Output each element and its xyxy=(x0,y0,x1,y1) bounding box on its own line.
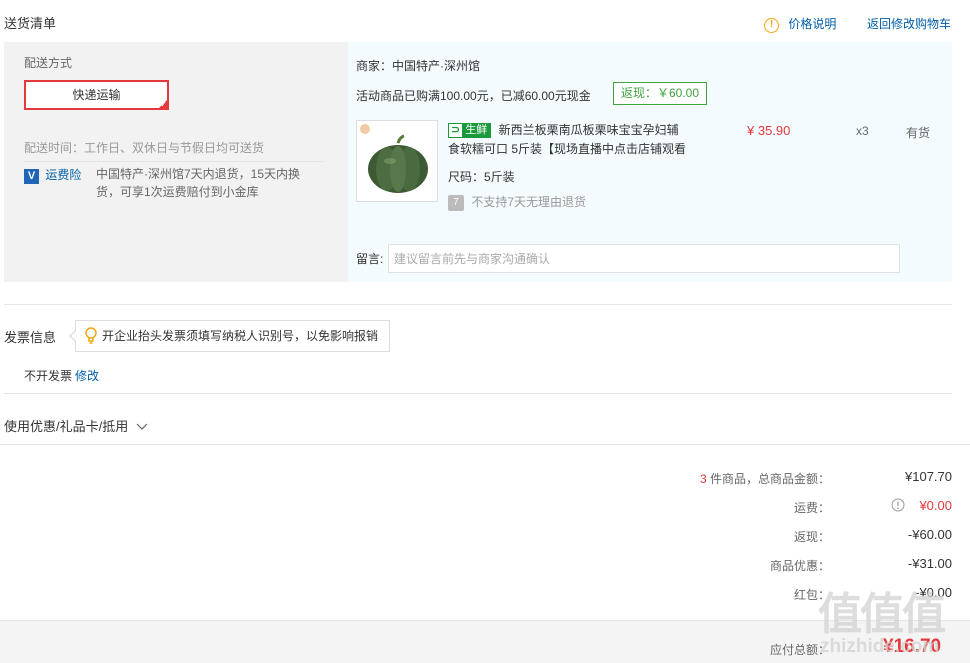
check-icon: ✓ xyxy=(160,100,167,109)
price-help-link[interactable]: ! 价格说明 xyxy=(764,16,837,33)
shipping-fee-info-icon[interactable] xyxy=(891,498,905,515)
freight-insurance-label: 运费险 xyxy=(45,168,82,182)
memo-input[interactable] xyxy=(388,244,900,273)
product-spec: 尺码：5斤装 xyxy=(448,170,515,184)
lightbulb-icon xyxy=(85,327,97,344)
cashback-label: 返现： xyxy=(793,530,830,544)
freight-insurance-desc: 中国特产·深州馆7天内退货，15天内换 货，可享1次运费赔付到小金库 xyxy=(96,165,326,201)
coupons-toggle[interactable]: 使用优惠/礼品卡/抵用 xyxy=(4,416,148,435)
price-help-label: 价格说明 xyxy=(788,17,837,31)
delivery-list-title: 送货清单 xyxy=(4,16,57,31)
cashback-value: -¥60.00 xyxy=(907,527,952,542)
promo-text: 活动商品已购满100.00元，已减60.00元现金 xyxy=(356,89,591,103)
section-divider xyxy=(0,444,970,445)
return-policy-text: 不支持7天无理由退货 xyxy=(471,195,587,209)
pumpkin-image xyxy=(357,121,437,201)
back-to-cart-link[interactable]: 返回修改购物车 xyxy=(867,15,951,32)
stock-status: 有货 xyxy=(906,126,931,140)
invoice-title: 发票信息 xyxy=(4,330,57,345)
watermark-site: zhizhide.com xyxy=(820,636,940,657)
section-divider xyxy=(4,393,952,394)
invoice-tip: 开企业抬头发票须填写纳税人识别号，以免影响报销 xyxy=(75,320,390,352)
product-name-line: 新西兰板栗南瓜板栗味宝宝孕妇辅 xyxy=(498,123,679,137)
info-icon: ! xyxy=(764,18,779,33)
cashback-badge: 返现：￥60.00 xyxy=(613,82,707,105)
insurance-desc-line: 中国特产·深州馆7天内退货，15天内换 xyxy=(96,167,301,181)
chevron-down-icon xyxy=(136,423,148,430)
product-title[interactable]: ⊃ 生鲜 新西兰板栗南瓜板栗味宝宝孕妇辅 食软糯可口 5斤装【现场直播中点击店铺观… xyxy=(448,121,708,159)
discount-label: 商品优惠： xyxy=(769,559,830,573)
product-image[interactable] xyxy=(356,120,438,202)
shipping-method-panel xyxy=(4,42,348,282)
info-icon xyxy=(891,498,905,512)
section-divider xyxy=(4,304,952,305)
goods-total: ¥107.70 xyxy=(905,469,952,484)
tip-arrow-inner xyxy=(71,331,76,341)
delivery-time: 配送时间：工作日、双休日与节假日均可送货 xyxy=(24,139,264,156)
no-return-icon: 7 xyxy=(448,195,464,211)
shipping-method-label: 配送方式 xyxy=(24,56,73,70)
express-option-label: 快递运输 xyxy=(72,88,121,102)
shipping-fee-value: ¥0.00 xyxy=(919,498,952,513)
watermark-logo: 值值值 xyxy=(818,590,946,639)
invoice-status: 不开发票 xyxy=(24,369,73,383)
delivery-time-text: 配送时间：工作日、双休日与节假日均可送货 xyxy=(24,141,265,155)
shield-icon: V xyxy=(24,169,39,184)
summary-count-row: 3 件商品，总商品金额： xyxy=(700,470,830,487)
discount-value: -¥31.00 xyxy=(907,556,952,571)
fresh-tag: ⊃ 生鲜 xyxy=(448,123,492,139)
invoice-edit-link[interactable]: 修改 xyxy=(75,367,99,384)
merchant-name: 商家：中国特产·深州馆 xyxy=(356,59,480,73)
express-shipping-option[interactable]: 快递运输 ✓ xyxy=(24,80,169,110)
item-count: 3 xyxy=(699,472,707,486)
coupons-title: 使用优惠/礼品卡/抵用 xyxy=(4,419,129,434)
item-count-label: 件商品，总商品金额： xyxy=(709,472,830,486)
memo-label: 留言: xyxy=(356,252,384,266)
invoice-tip-text: 开企业抬头发票须填写纳税人识别号，以免影响报销 xyxy=(102,329,379,343)
shipping-fee-label: 运费： xyxy=(793,501,830,515)
product-price: ¥ 35.90 xyxy=(747,123,791,138)
product-quantity: x3 xyxy=(856,124,869,138)
product-name-line: 食软糯可口 5斤装【现场直播中点击店铺观看 xyxy=(448,142,687,156)
return-policy: 7 不支持7天无理由退货 xyxy=(448,194,586,211)
divider xyxy=(24,161,324,162)
insurance-desc-line: 货，可享1次运费赔付到小金库 xyxy=(96,185,259,199)
freight-insurance[interactable]: V 运费险 xyxy=(24,166,81,184)
